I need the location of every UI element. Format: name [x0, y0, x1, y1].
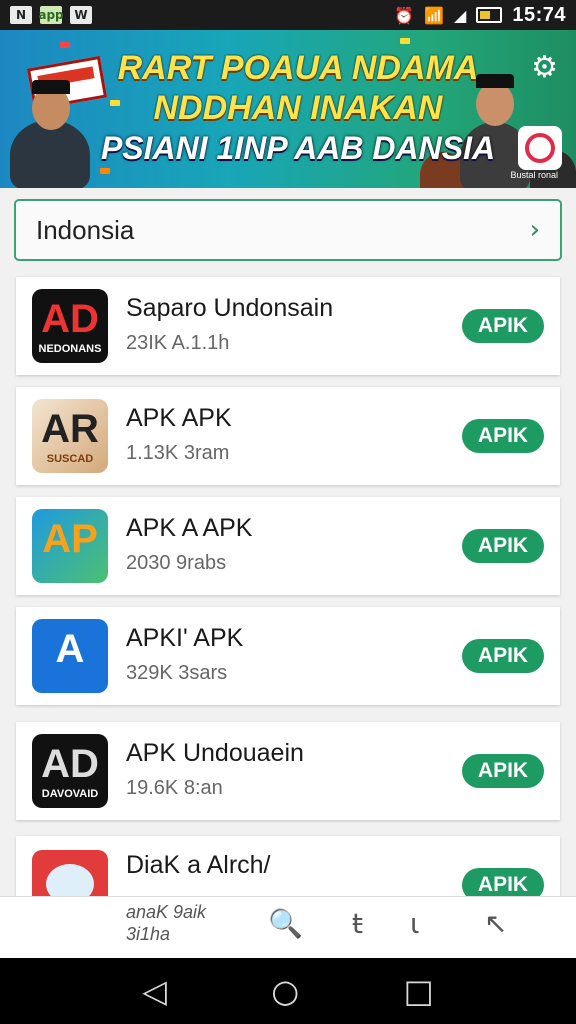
app-list-item[interactable]: AD NEDONANS Saparo Undonsain 23IK A.1.1h…	[16, 277, 560, 375]
bottom-nav-caption-line: 3i1ha	[126, 924, 171, 944]
app-icon-glyph: A	[55, 627, 85, 671]
confetti	[100, 168, 110, 174]
app-icon: AP	[32, 509, 108, 583]
app-list-item[interactable]: AR SUSCAD APK APK 1.13K 3ram APIK	[16, 387, 560, 485]
apk-download-button[interactable]: APIK	[462, 639, 544, 673]
notification-app-icon: app	[38, 6, 64, 24]
banner-small-text: Bustal ronal	[510, 170, 558, 180]
status-bar: N app W ⏰ 📶 ◢ 15:74	[0, 0, 576, 30]
confetti	[60, 42, 70, 48]
app-icon-glyph: AD	[41, 742, 99, 786]
app-icon-glyph: AD	[41, 297, 99, 341]
app-icon-caption: SUSCAD	[46, 453, 94, 465]
app-name: DiaK a Alrch/	[126, 851, 271, 879]
settings-icon[interactable]: ⚙	[531, 50, 558, 85]
app-name: APK Undouaein	[126, 739, 304, 767]
status-time: 15:74	[512, 3, 566, 26]
app-text: APK A APK 2030 9rabs	[126, 513, 462, 579]
app-icon: A	[32, 619, 108, 693]
app-name: APKI' APK	[126, 624, 244, 652]
search-icon[interactable]: 🔍	[268, 907, 303, 940]
app-list-item[interactable]: AD DAVOVAID APK Undouaein 19.6K 8:an API…	[16, 722, 560, 820]
banner-line-2: NDDHAN INAKAN	[153, 89, 443, 127]
chevron-right-icon: ›	[529, 215, 540, 245]
app-name: APK A APK	[126, 514, 253, 542]
app-list-item[interactable]: AP APK A APK 2030 9rabs APIK	[16, 497, 560, 595]
apk-download-button[interactable]: APIK	[462, 529, 544, 563]
banner-person-graphic	[10, 80, 90, 188]
app-text: Saparo Undonsain 23IK A.1.1h	[126, 293, 462, 359]
battery-icon	[476, 7, 503, 23]
app-icon-caption: NEDONANS	[38, 343, 102, 355]
app-icon: AD DAVOVAID	[32, 734, 108, 808]
text-icon[interactable]: ŧ	[352, 907, 363, 940]
app-text: APKI' APK 329K 3sars	[126, 623, 462, 689]
app-meta: 2030 9rabs	[126, 552, 227, 574]
apk-download-button[interactable]: APIK	[462, 309, 544, 343]
app-meta: 19.6K 8:an	[126, 777, 223, 799]
app-icon-caption: DAVOVAID	[41, 788, 99, 800]
list-icon[interactable]: ɩ	[410, 907, 419, 940]
app-meta: 1.13K 3ram	[126, 442, 230, 464]
wifi-icon: 📶	[424, 5, 445, 25]
system-navigation-bar: ◁ ○ □	[0, 958, 576, 1024]
signal-icon: ◢	[454, 5, 467, 25]
back-icon[interactable]: ↖	[484, 907, 507, 940]
notification-n-icon: N	[10, 6, 32, 24]
app-text: DiaK a Alrch/	[126, 850, 462, 880]
confetti	[400, 38, 410, 44]
country-selector[interactable]: Indonsia ›	[14, 199, 562, 261]
app-text: APK Undouaein 19.6K 8:an	[126, 738, 462, 804]
app-text: APK APK 1.13K 3ram	[126, 403, 462, 469]
bottom-nav-caption: anaK 9aik 3i1ha	[126, 901, 206, 945]
app-meta: 23IK A.1.1h	[126, 332, 230, 354]
country-label: Indonsia	[36, 214, 135, 245]
banner-headline: RART POAUA NDAMA NDDHAN INAKAN PSIANI 1I…	[100, 48, 496, 168]
brand-logo-icon	[518, 126, 562, 170]
back-triangle-icon[interactable]: ◁	[142, 972, 167, 1010]
notification-w-icon: W	[70, 6, 92, 24]
app-icon-glyph: AR	[41, 407, 99, 451]
app-name: APK APK	[126, 404, 232, 432]
banner-line-1: RART POAUA NDAMA	[117, 49, 479, 87]
apk-download-button[interactable]: APIK	[462, 754, 544, 788]
alarm-icon: ⏰	[394, 5, 415, 25]
promo-banner[interactable]: RART POAUA NDAMA NDDHAN INAKAN PSIANI 1I…	[0, 30, 576, 188]
app-icon-glyph: AP	[42, 517, 98, 561]
notification-icons: N app W	[10, 6, 92, 24]
system-icons: ⏰ 📶 ◢ 15:74	[394, 4, 566, 27]
recents-square-icon[interactable]: □	[404, 972, 434, 1010]
app-meta: 329K 3sars	[126, 662, 228, 684]
app-icon: AR SUSCAD	[32, 399, 108, 473]
app-list-item[interactable]: A APKI' APK 329K 3sars APIK	[16, 607, 560, 705]
app-icon: AD NEDONANS	[32, 289, 108, 363]
bottom-nav-caption-line: anaK 9aik	[126, 902, 207, 922]
app-name: Saparo Undonsain	[126, 294, 334, 322]
apk-download-button[interactable]: APIK	[462, 419, 544, 453]
home-circle-icon[interactable]: ○	[271, 972, 299, 1010]
banner-line-3: PSIANI 1INP AAB DANSIA	[100, 130, 496, 166]
bottom-navigation: anaK 9aik 3i1ha 🔍 ŧ ɩ ↖	[0, 896, 576, 958]
